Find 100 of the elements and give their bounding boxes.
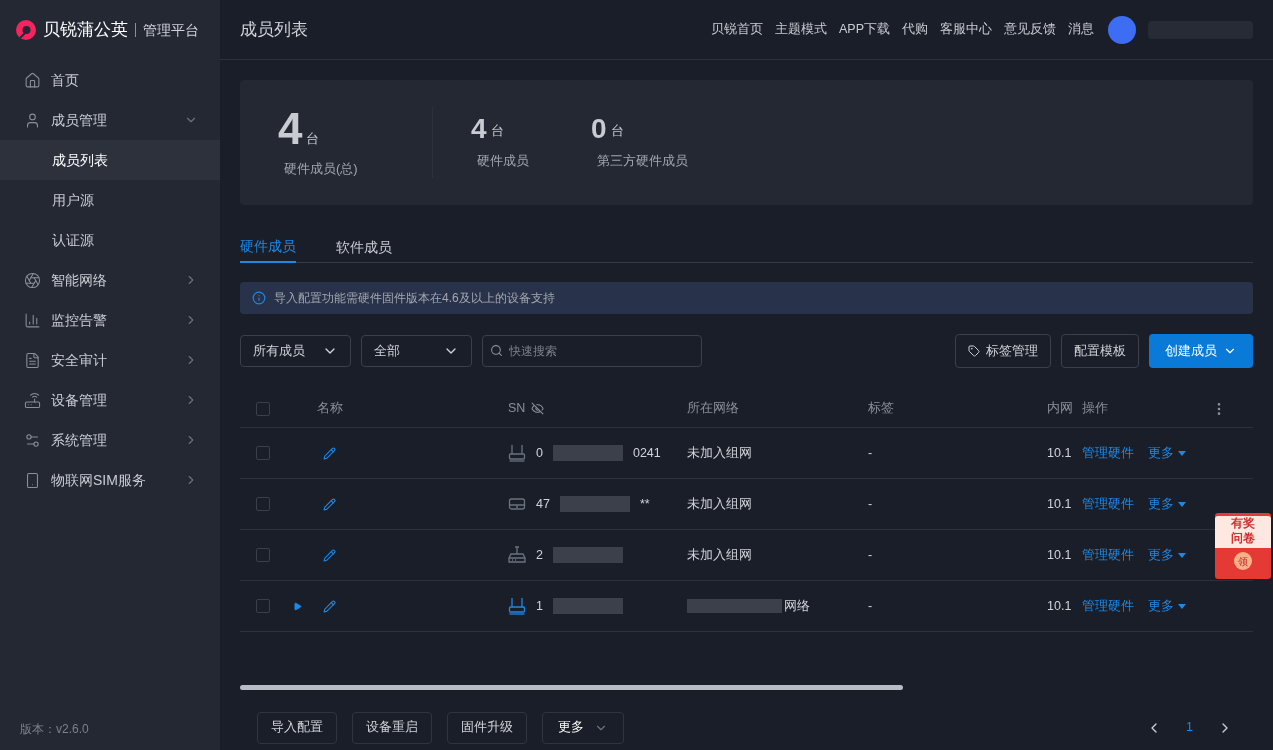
- manage-hardware-link[interactable]: 管理硬件: [1082, 494, 1134, 514]
- filter-select[interactable]: 全部: [361, 335, 472, 367]
- header-link[interactable]: 意见反馈: [1004, 20, 1056, 39]
- tab[interactable]: 硬件成员: [240, 231, 296, 263]
- caret-icon: [1178, 552, 1186, 558]
- redaction-block: [552, 445, 623, 461]
- more-link[interactable]: 更多: [1148, 545, 1186, 565]
- bulk-action-button[interactable]: 固件升级: [447, 711, 527, 744]
- stat-value: 4: [278, 106, 303, 151]
- network-text: 未加入组网: [687, 444, 752, 462]
- ip-text: 10.1: [1046, 495, 1072, 513]
- edit-icon[interactable]: [323, 497, 336, 511]
- sn-text: 0241: [632, 444, 661, 462]
- header-link[interactable]: APP下载: [839, 20, 890, 39]
- checkbox[interactable]: [255, 548, 270, 562]
- redaction-block: [552, 598, 623, 614]
- edit-icon[interactable]: [323, 446, 336, 460]
- tag-text: -: [867, 444, 873, 462]
- version-label: 版本：v2.6.0: [19, 721, 90, 738]
- manage-hardware-link[interactable]: 管理硬件: [1082, 443, 1134, 463]
- bulk-action-button[interactable]: 更多: [542, 711, 624, 744]
- menu-item-icon: [24, 71, 41, 89]
- header-link[interactable]: 消息: [1068, 20, 1094, 39]
- edit-icon[interactable]: [323, 548, 336, 562]
- expand-icon[interactable]: [293, 601, 302, 611]
- sidebar-item[interactable]: 智能网络: [0, 260, 220, 300]
- column-header: 内网: [1046, 400, 1073, 418]
- network-text: 未加入组网: [687, 495, 752, 513]
- column-header: SN: [508, 400, 526, 418]
- page-number[interactable]: 1: [1186, 718, 1193, 737]
- caret-icon: [1178, 603, 1186, 609]
- header-link[interactable]: 代购: [902, 20, 928, 39]
- tag-text: -: [867, 546, 873, 564]
- sn-text: **: [639, 495, 650, 513]
- action-button[interactable]: 配置模板: [1061, 334, 1139, 368]
- header-link[interactable]: 客服中心: [940, 20, 992, 39]
- menu-item-icon: [24, 431, 41, 449]
- sn-text: 1: [536, 597, 543, 615]
- header-link[interactable]: 贝锐首页: [711, 20, 763, 39]
- sidebar-item[interactable]: 成员管理: [0, 100, 220, 140]
- search-icon: [490, 344, 503, 357]
- sidebar-item[interactable]: 物联网SIM服务: [0, 460, 220, 500]
- sidebar-item[interactable]: 设备管理: [0, 380, 220, 420]
- gateway-icon: [508, 546, 526, 564]
- sidebar-item[interactable]: 系统管理: [0, 420, 220, 460]
- column-header: 名称: [316, 400, 343, 418]
- page-title: 成员列表: [240, 18, 309, 41]
- menu-item-icon: [24, 351, 41, 369]
- device-box-icon: [508, 495, 526, 513]
- stat-label: 第三方硬件成员: [596, 151, 688, 170]
- manage-hardware-link[interactable]: 管理硬件: [1082, 545, 1134, 565]
- edit-icon[interactable]: [323, 599, 336, 613]
- brand-name: 贝锐蒲公英: [43, 19, 128, 42]
- avatar[interactable]: [1108, 15, 1136, 44]
- create-member-button[interactable]: 创建成员: [1149, 334, 1253, 368]
- header-link[interactable]: 主题模式: [775, 20, 827, 39]
- stat-value: 4: [471, 114, 487, 143]
- horizontal-scrollbar[interactable]: [240, 685, 903, 690]
- bulk-action-button[interactable]: 设备重启: [352, 711, 432, 744]
- manage-hardware-link[interactable]: 管理硬件: [1082, 596, 1134, 616]
- sn-text: 2: [536, 546, 543, 564]
- bulk-action-button[interactable]: 导入配置: [257, 711, 337, 744]
- sidebar-item[interactable]: 监控告警: [0, 300, 220, 340]
- notice-text: 导入配置功能需硬件固件版本在4.6及以上的设备支持: [274, 290, 555, 307]
- checkbox[interactable]: [255, 401, 270, 416]
- tag-icon: [968, 345, 980, 357]
- menu-item-icon: [24, 471, 41, 489]
- stat-unit: 台: [610, 122, 624, 141]
- menu-item-icon: [24, 391, 41, 409]
- column-header: 标签: [867, 400, 894, 418]
- checkbox[interactable]: [255, 497, 270, 511]
- stat-label: 硬件成员: [476, 151, 530, 170]
- sidebar-item[interactable]: 首页: [0, 60, 220, 100]
- router-icon: [508, 444, 526, 462]
- network-text: 网络: [784, 597, 810, 615]
- more-link[interactable]: 更多: [1148, 443, 1186, 463]
- sidebar-subitem[interactable]: 用户源: [0, 180, 220, 220]
- column-header: 操作: [1081, 400, 1108, 418]
- action-button[interactable]: 标签管理: [955, 334, 1051, 368]
- eye-off-icon: [531, 402, 545, 415]
- checkbox[interactable]: [255, 446, 270, 460]
- sidebar-subitem[interactable]: 认证源: [0, 220, 220, 260]
- caret-icon: [1178, 450, 1186, 456]
- filter-select[interactable]: 所有成员: [240, 335, 351, 367]
- more-link[interactable]: 更多: [1148, 494, 1186, 514]
- search-field[interactable]: 快速搜索: [482, 335, 702, 367]
- checkbox[interactable]: [255, 599, 270, 613]
- router-icon: [508, 597, 526, 615]
- sidebar-item[interactable]: 安全审计: [0, 340, 220, 380]
- column-header: 所在网络: [686, 400, 739, 418]
- sidebar-subitem[interactable]: 成员列表: [0, 140, 220, 180]
- survey-envelope[interactable]: 有奖 问卷 领: [1215, 513, 1271, 579]
- tab[interactable]: 软件成员: [336, 231, 392, 263]
- menu-item-icon: [24, 111, 41, 129]
- redaction-block: [552, 547, 623, 563]
- ip-text: 10.1: [1046, 597, 1072, 615]
- more-link[interactable]: 更多: [1148, 596, 1186, 616]
- promo-text: 问卷: [1231, 531, 1255, 546]
- network-text: 未加入组网: [687, 546, 752, 564]
- info-icon: [252, 291, 266, 305]
